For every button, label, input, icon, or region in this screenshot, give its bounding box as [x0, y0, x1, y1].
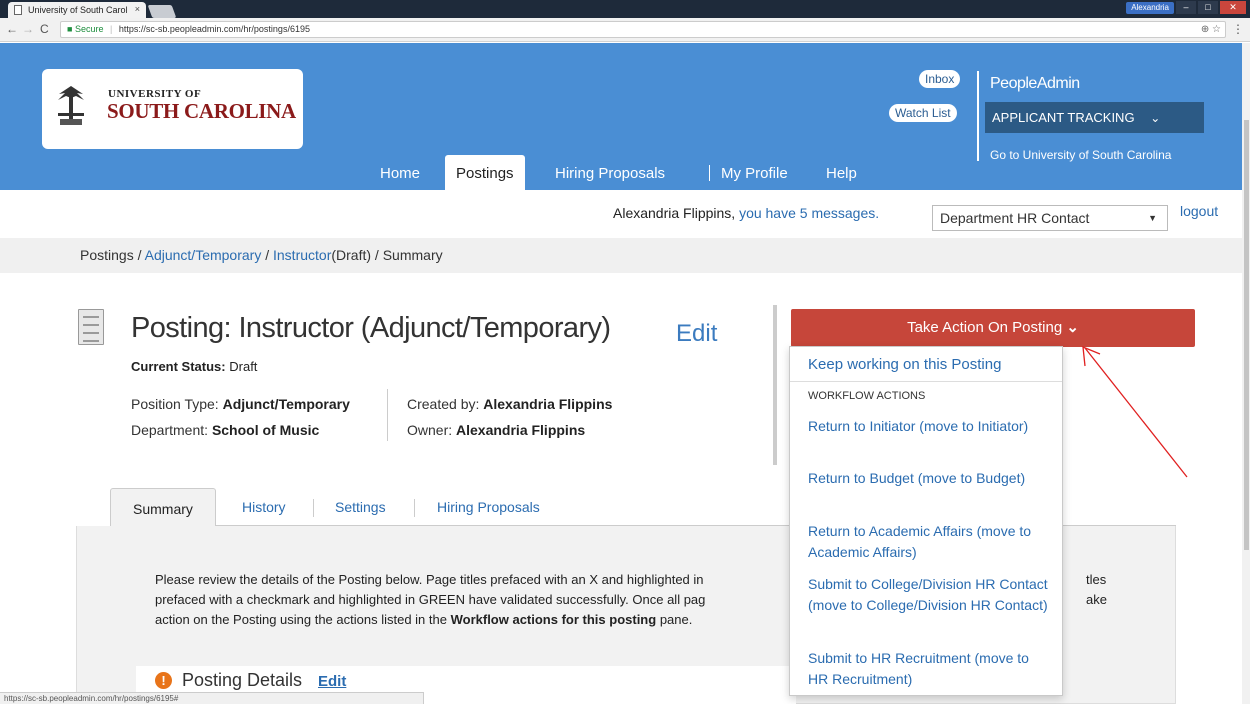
watch-list-link[interactable]: Watch List: [889, 104, 957, 122]
role-select[interactable]: Department HR Contact ▼: [932, 205, 1168, 231]
status-value: Draft: [229, 359, 258, 374]
breadcrumb-sep: /: [137, 247, 142, 263]
position-type: Position Type: Adjunct/Temporary: [131, 396, 350, 412]
action-return-budget[interactable]: Return to Budget (move to Budget): [808, 468, 1052, 489]
breadcrumb-summary: Summary: [382, 247, 443, 263]
nav-hiring-proposals[interactable]: Hiring Proposals: [555, 155, 665, 190]
minimize-icon[interactable]: –: [1176, 1, 1196, 14]
position-type-label: Position Type:: [131, 396, 219, 412]
status-bar: https://sc-sb.peopleadmin.com/hr/posting…: [0, 692, 424, 704]
department-label: Department:: [131, 422, 209, 438]
action-return-initiator[interactable]: Return to Initiator (move to Initiator): [808, 416, 1052, 437]
department: Department: School of Music: [131, 422, 319, 438]
inbox-link[interactable]: Inbox: [919, 70, 961, 88]
edit-details-link[interactable]: Edit: [318, 673, 346, 690]
reload-icon[interactable]: C: [40, 22, 49, 36]
meta-divider: [387, 389, 388, 441]
browser-menu-icon[interactable]: ⋮: [1232, 22, 1244, 36]
posting-details-title: Posting Details: [182, 670, 303, 690]
breadcrumb-instructor-link[interactable]: Instructor: [273, 247, 331, 263]
messages-link[interactable]: you have 5 messages.: [739, 205, 879, 221]
created-by-label: Created by:: [407, 396, 480, 412]
tab-hiring-proposals[interactable]: Hiring Proposals: [437, 488, 540, 526]
tab-settings[interactable]: Settings: [335, 488, 386, 526]
new-tab-button[interactable]: [147, 5, 177, 18]
keep-working-item[interactable]: Keep working on this Posting: [808, 356, 1001, 373]
role-value: Department HR Contact: [940, 210, 1090, 226]
url-separator: |: [110, 24, 113, 34]
tab-divider: [414, 499, 415, 517]
lock-icon: ■: [67, 24, 73, 34]
breadcrumb-sep: /: [374, 247, 379, 263]
secure-label: Secure: [74, 24, 104, 34]
browser-titlebar: University of South Carol × Alexandria –…: [0, 0, 1250, 18]
nav-my-profile[interactable]: My Profile: [721, 155, 788, 190]
site-header: UNIVERSITY OF SOUTH CAROLINA Inbox Watch…: [0, 43, 1242, 190]
page-icon: [14, 5, 22, 15]
university-logo[interactable]: UNIVERSITY OF SOUTH CAROLINA: [42, 69, 303, 149]
brand-divider: [977, 71, 979, 161]
dropdown-divider: [790, 381, 1062, 382]
tab-history[interactable]: History: [242, 488, 286, 526]
action-submit-college-hr[interactable]: Submit to College/Division HR Contact (m…: [808, 574, 1052, 616]
nav-help[interactable]: Help: [826, 155, 857, 190]
main-nav: Home Postings Hiring Proposals My Profil…: [0, 155, 1242, 190]
zoom-and-star-icons[interactable]: ⊕ ☆: [1201, 22, 1221, 37]
chevron-down-icon: ⌄: [1150, 111, 1161, 125]
tab-divider: [313, 499, 314, 517]
department-value: School of Music: [211, 422, 320, 438]
created-by: Created by: Alexandria Flippins: [407, 396, 612, 412]
edit-posting-link[interactable]: Edit: [676, 320, 717, 348]
browser-toolbar: ← → C ■ Secure | https://sc-sb.peopleadm…: [0, 18, 1250, 42]
module-dropdown[interactable]: APPLICANT TRACKING ⌄: [985, 102, 1204, 133]
action-submit-hr-recruitment[interactable]: Submit to HR Recruitment (move to HR Rec…: [808, 648, 1052, 690]
status-label: Current Status:: [131, 359, 226, 374]
select-caret-icon: ▼: [1148, 213, 1157, 223]
owner-label: Owner:: [407, 422, 453, 438]
action-return-academic-affairs[interactable]: Return to Academic Affairs (move to Acad…: [808, 521, 1052, 563]
nav-home[interactable]: Home: [380, 155, 420, 190]
breadcrumb-adjunct-link[interactable]: Adjunct/Temporary: [145, 247, 262, 263]
browser-tab-title: University of South Carol: [28, 5, 128, 15]
take-action-button[interactable]: Take Action On Posting ⌄: [791, 309, 1195, 347]
breadcrumb: Postings / Adjunct/Temporary / Instructo…: [0, 238, 1242, 273]
breadcrumb-postings: Postings: [80, 247, 134, 263]
module-label: APPLICANT TRACKING: [992, 110, 1135, 125]
address-bar[interactable]: ■ Secure | https://sc-sb.peopleadmin.com…: [60, 21, 1226, 38]
tab-summary[interactable]: Summary: [110, 488, 216, 527]
created-by-value: Alexandria Flippins: [483, 396, 613, 412]
peopleadmin-brand: PeopleAdmin: [990, 75, 1080, 92]
close-tab-icon[interactable]: ×: [135, 4, 140, 14]
owner-value: Alexandria Flippins: [456, 422, 586, 438]
warning-icon: !: [155, 672, 172, 689]
document-icon: [78, 309, 104, 345]
position-type-value: Adjunct/Temporary: [222, 396, 350, 412]
scrollbar-thumb[interactable]: [1244, 120, 1249, 550]
workflow-actions-header: WORKFLOW ACTIONS: [808, 390, 926, 402]
panel-divider: [773, 305, 777, 465]
current-status: Current Status: Draft: [131, 359, 257, 374]
messages-line: Alexandria Flippins, you have 5 messages…: [613, 205, 879, 221]
maximize-icon[interactable]: □: [1198, 1, 1218, 14]
logo-text-line2: SOUTH CAROLINA: [107, 99, 296, 123]
nav-divider: [709, 165, 710, 181]
back-icon[interactable]: ←: [6, 22, 18, 36]
breadcrumb-sep: /: [265, 247, 270, 263]
breadcrumb-state: (Draft): [331, 247, 372, 263]
page-title: Posting: Instructor (Adjunct/Temporary): [131, 312, 611, 344]
owner: Owner: Alexandria Flippins: [407, 422, 585, 438]
close-window-icon[interactable]: ✕: [1220, 1, 1246, 14]
forward-icon[interactable]: →: [22, 22, 34, 36]
window-controls: – □ ✕: [1176, 1, 1246, 14]
take-action-label: Take Action On Posting: [907, 319, 1063, 336]
url-text: https://sc-sb.peopleadmin.com/hr/posting…: [118, 24, 310, 34]
user-name: Alexandria Flippins,: [613, 205, 736, 221]
nav-postings[interactable]: Postings: [445, 155, 525, 190]
action-dropdown: Keep working on this Posting WORKFLOW AC…: [789, 346, 1063, 696]
chevron-down-icon: ⌄: [1066, 319, 1079, 336]
browser-tab[interactable]: University of South Carol ×: [8, 2, 146, 18]
window-user-badge[interactable]: Alexandria: [1126, 2, 1174, 14]
palmetto-emblem-icon: [58, 86, 84, 125]
logout-link[interactable]: logout: [1180, 203, 1218, 219]
